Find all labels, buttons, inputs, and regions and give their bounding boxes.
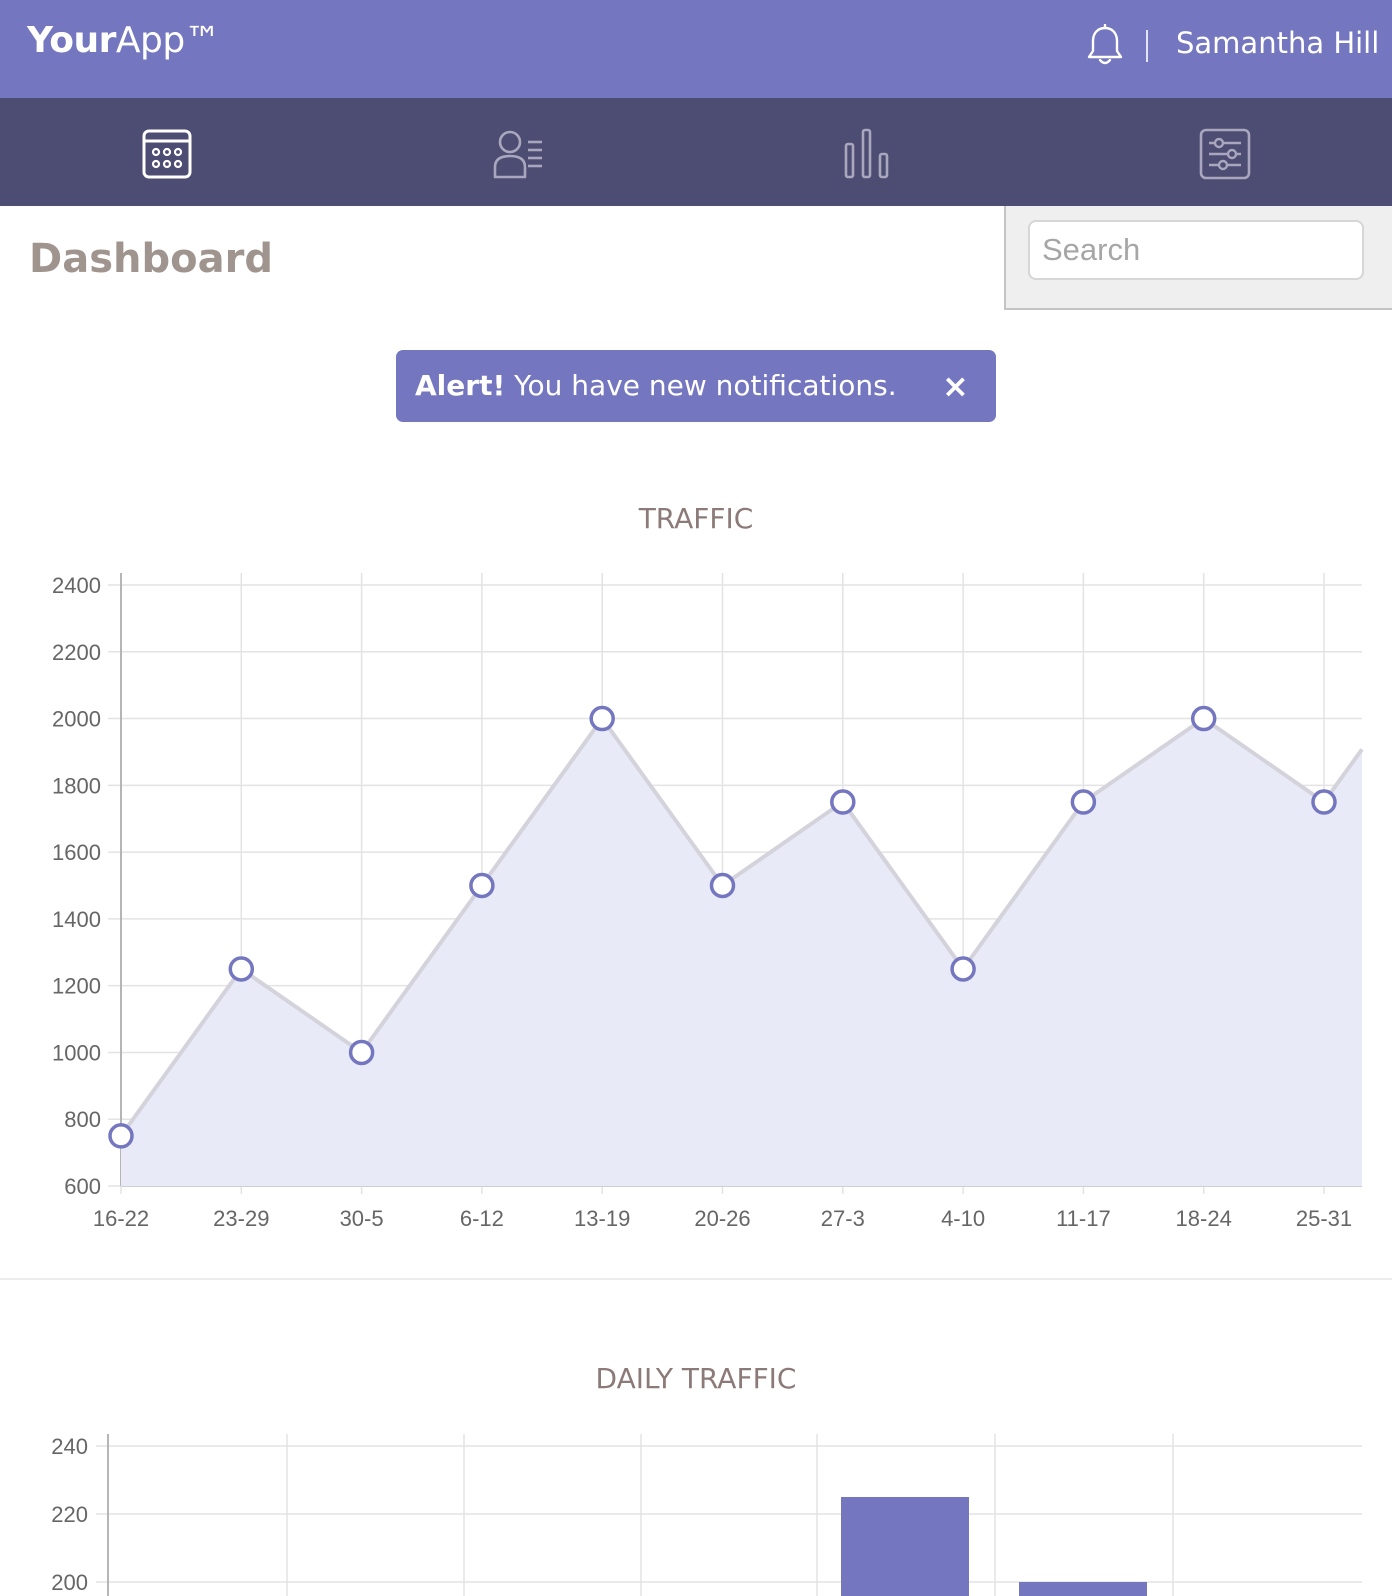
user-name[interactable]: Samantha Hill [1176,26,1379,60]
x-tick-label: 4-10 [941,1206,985,1231]
traffic-chart-title: TRAFFIC [638,502,754,535]
traffic-data-point [589,705,615,732]
nav-item-members[interactable] [348,98,696,206]
daily-traffic-bar [841,1497,969,1596]
traffic-data-point [709,872,736,899]
x-tick-label: 27-3 [821,1206,865,1231]
nav-item-settings[interactable] [1044,98,1392,206]
y-tick-label: 1800 [52,773,101,798]
x-tick-label: 30-5 [340,1206,384,1231]
section-divider [0,1278,1392,1280]
logo-light-text: App™ [115,20,221,61]
alert-close-button[interactable]: × [942,366,969,406]
traffic-data-point [1070,789,1097,815]
y-tick-label: 800 [64,1107,101,1132]
icon-nav-bar [0,98,1392,206]
y-tick-label: 1400 [52,907,101,932]
settings-sliders-icon [1199,128,1251,180]
y-tick-label: 240 [51,1434,88,1459]
traffic-chart: 600 800 1000 1200 1400 1600 1800 2000 2200 2400 16… [52,573,1364,1231]
traffic-data-point [108,1123,134,1149]
nav-item-analytics[interactable] [696,98,1044,206]
x-tick-label: 18-24 [1176,1206,1232,1231]
bar-chart-icon [844,128,889,179]
header-divider [1146,30,1148,62]
x-tick-label: 11-17 [1056,1206,1111,1231]
y-tick-label: 1000 [52,1040,101,1065]
traffic-data-point [950,956,976,982]
daily-traffic-chart: 200 220 240 [51,1434,1362,1596]
y-tick-label: 600 [64,1174,101,1199]
alert-message: Alert! You have new notifications. [415,369,897,402]
y-tick-label: 2400 [52,573,101,598]
members-icon [493,130,542,179]
traffic-data-point [228,956,255,982]
traffic-data-point [1311,789,1337,815]
daily-traffic-chart-title: DAILY TRAFFIC [595,1362,797,1395]
traffic-data-point [830,789,856,815]
traffic-area-fill [121,718,1362,1186]
logo-bold-text: Your [27,20,116,61]
x-tick-label: 6-12 [460,1206,504,1231]
bell-icon[interactable] [1086,24,1124,68]
y-tick-label: 2200 [52,640,101,665]
alert-text: You have new notifications. [505,369,897,402]
x-tick-label: 23-29 [213,1206,269,1231]
y-tick-label: 1200 [52,974,101,999]
search-input[interactable] [1028,220,1364,280]
traffic-data-point [469,872,495,899]
search-panel [1004,206,1392,310]
calendar-icon [142,129,192,179]
nav-item-calendar[interactable] [0,98,348,206]
x-tick-label: 13-19 [574,1206,630,1231]
y-tick-label: 2000 [52,707,101,732]
top-header: YourApp™ Samantha Hill [0,0,1392,98]
traffic-data-point [1190,705,1217,732]
app-logo[interactable]: YourApp™ [27,20,221,61]
x-tick-label: 16-22 [93,1206,149,1231]
y-tick-label: 1600 [52,840,101,865]
page-title: Dashboard [29,236,273,282]
alert-banner: Alert! You have new notifications. × [396,350,996,422]
traffic-data-point [348,1039,375,1066]
daily-traffic-bar [1019,1582,1147,1596]
x-tick-label: 25-31 [1296,1206,1352,1231]
y-tick-label: 220 [51,1502,88,1527]
y-tick-label: 200 [51,1570,88,1595]
alert-strong-text: Alert! [415,369,506,402]
x-tick-label: 20-26 [694,1206,750,1231]
